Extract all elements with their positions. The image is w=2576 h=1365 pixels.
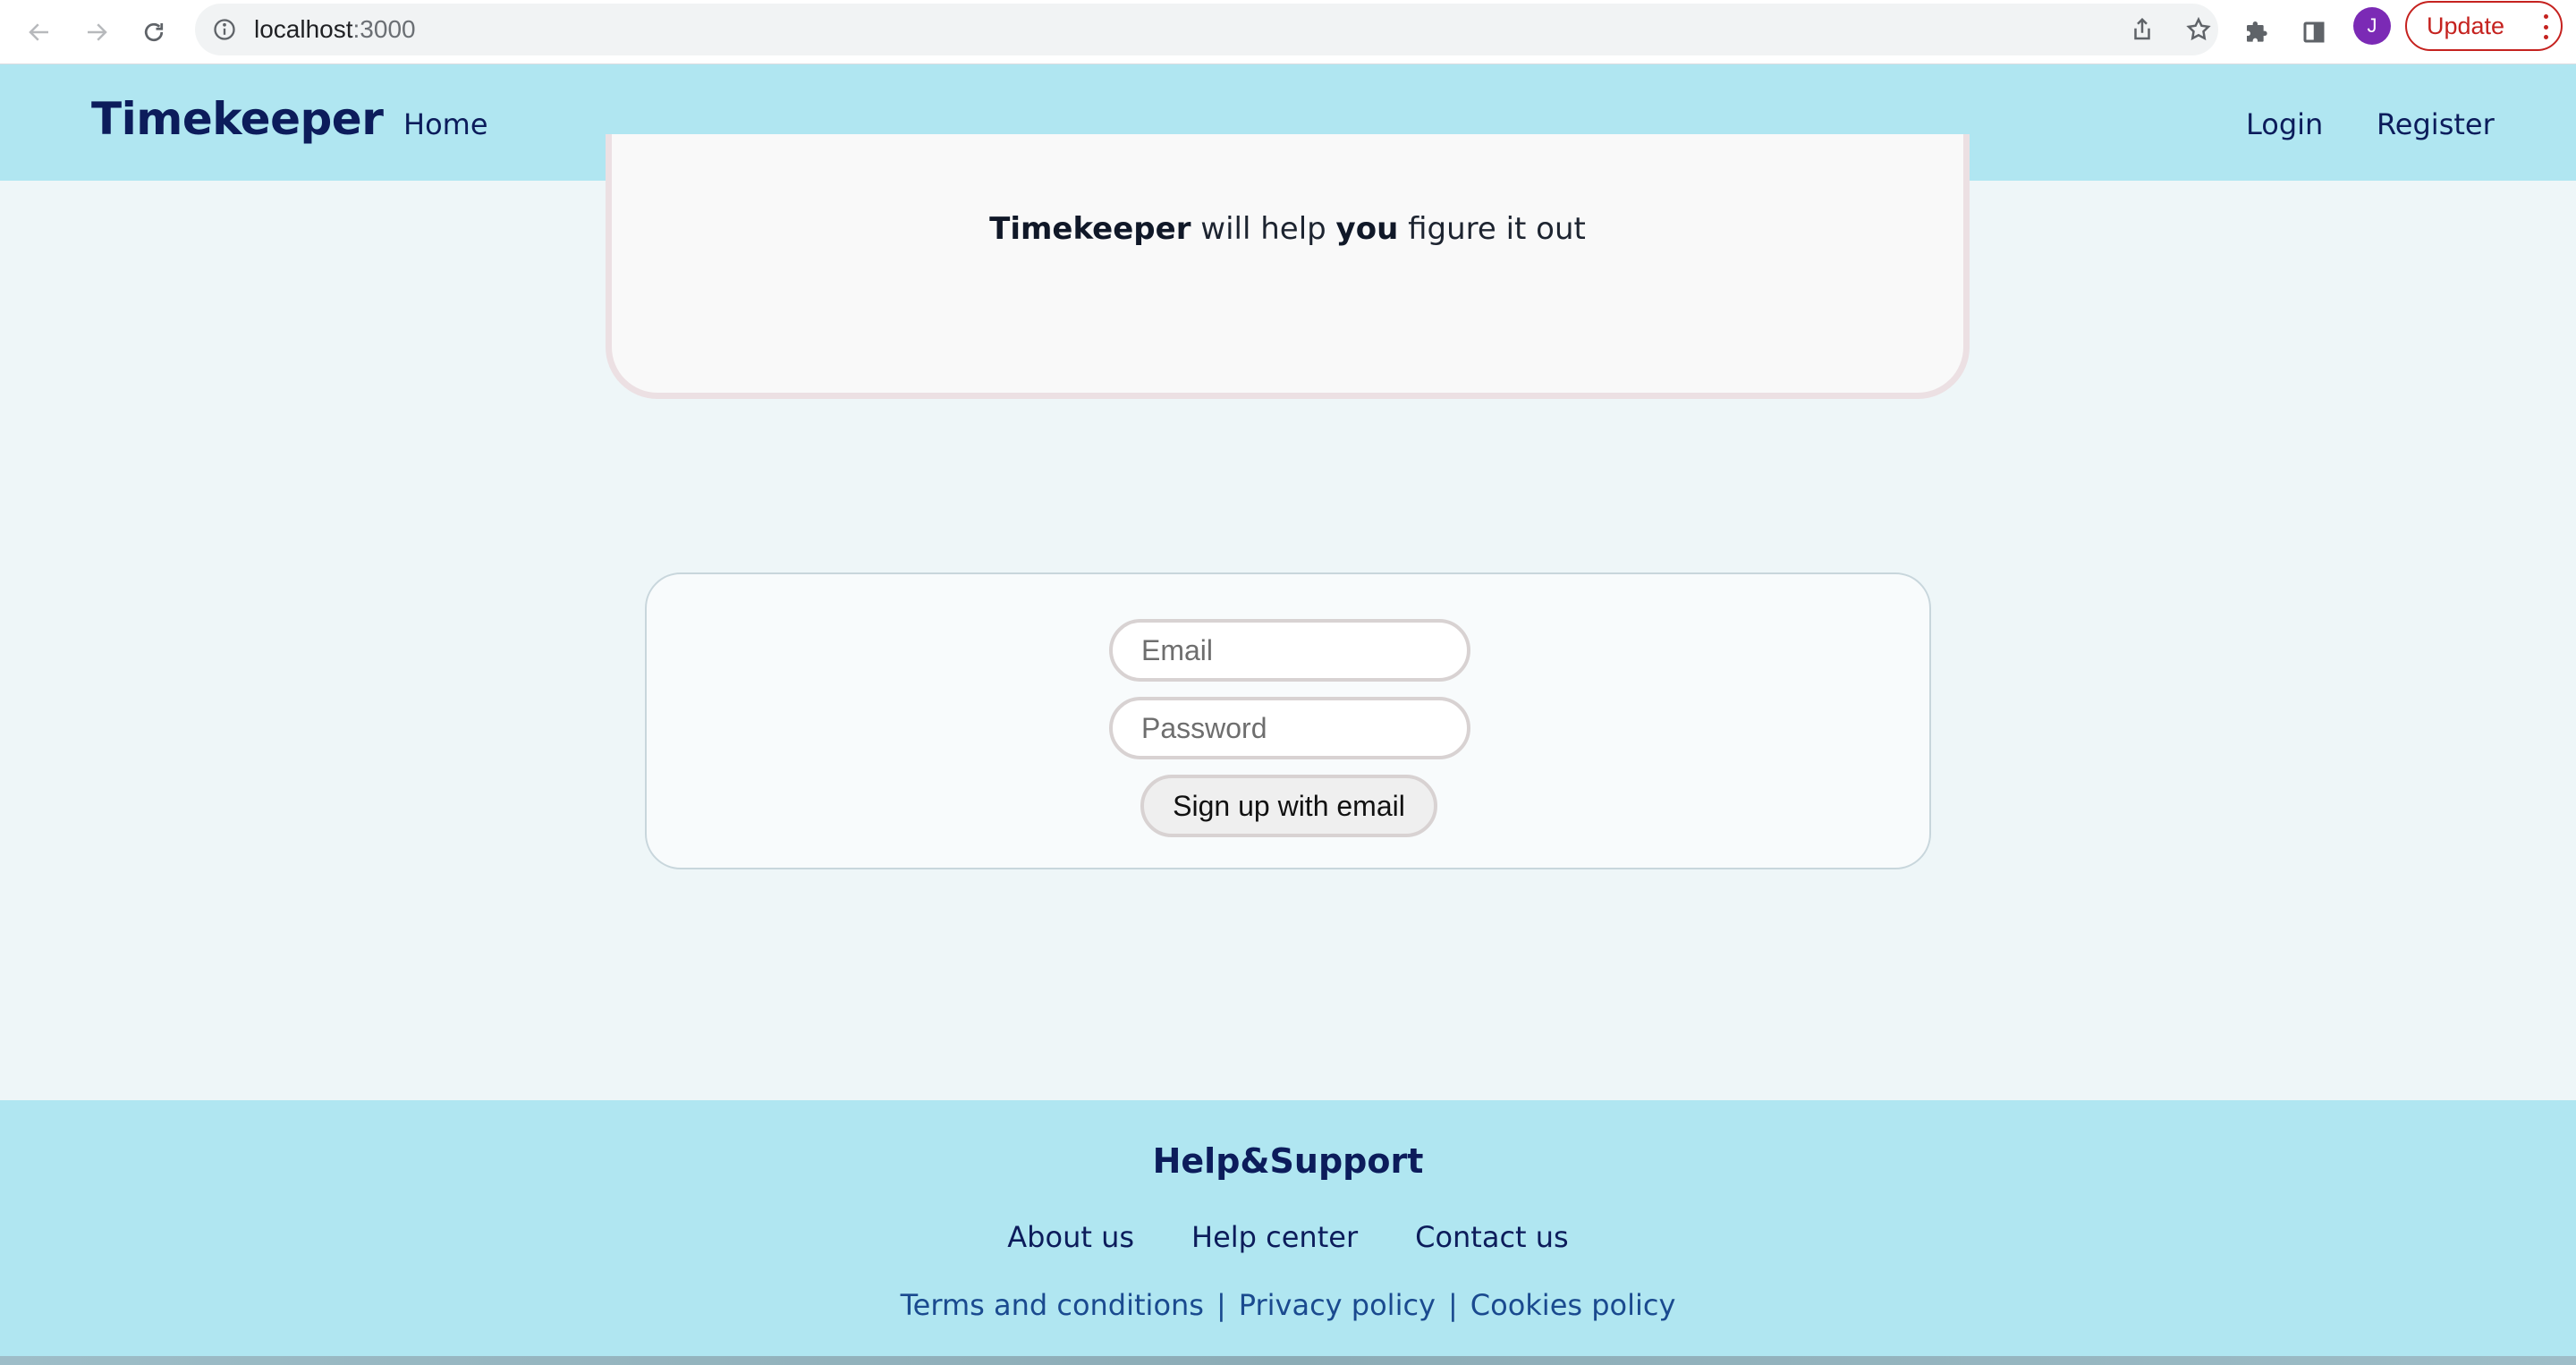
- footer-link-about[interactable]: About us: [1007, 1220, 1134, 1254]
- legal-link-cookies[interactable]: Cookies policy: [1470, 1288, 1676, 1322]
- hero-text-middle: will help: [1191, 211, 1336, 247]
- legal-separator: |: [1216, 1288, 1226, 1322]
- reload-icon[interactable]: [132, 11, 175, 54]
- address-bar[interactable]: localhost:3000: [195, 4, 2218, 55]
- hero-card: Timekeeper will help you figure it out: [606, 134, 1970, 399]
- footer-link-contact[interactable]: Contact us: [1415, 1220, 1569, 1254]
- footer-links: About us Help center Contact us: [0, 1220, 2576, 1254]
- nav-login[interactable]: Login: [2246, 107, 2323, 141]
- signup-submit-button[interactable]: Sign up with email: [1140, 775, 1437, 837]
- footer-link-help-center[interactable]: Help center: [1191, 1220, 1358, 1254]
- url-text: localhost:3000: [254, 15, 416, 43]
- forward-icon[interactable]: [75, 11, 118, 54]
- update-label: Update: [2427, 12, 2505, 39]
- hero-text-end: figure it out: [1398, 211, 1586, 247]
- legal-link-privacy[interactable]: Privacy policy: [1239, 1288, 1436, 1322]
- nav-register[interactable]: Register: [2377, 107, 2495, 141]
- footer-title: Help&Support: [1152, 1141, 1424, 1181]
- legal-separator: |: [1447, 1288, 1458, 1322]
- kebab-menu-icon[interactable]: [2543, 14, 2548, 39]
- hero-brand-word: Timekeeper: [989, 211, 1191, 247]
- back-icon[interactable]: [18, 11, 61, 54]
- brand-logo[interactable]: Timekeeper: [91, 93, 384, 145]
- info-icon[interactable]: [211, 16, 238, 43]
- browser-toolbar: localhost:3000 J Update: [0, 0, 2576, 64]
- hero-emphasis: you: [1335, 211, 1399, 247]
- share-icon[interactable]: [2127, 14, 2157, 45]
- star-icon[interactable]: [2183, 14, 2214, 45]
- nav-home[interactable]: Home: [403, 107, 488, 141]
- site-footer: Help&Support About us Help center Contac…: [0, 1100, 2576, 1365]
- hero-tagline: Timekeeper will help you figure it out: [612, 211, 1963, 247]
- password-input[interactable]: [1109, 697, 1470, 759]
- legal-links: Terms and conditions | Privacy policy | …: [0, 1288, 2576, 1322]
- side-panel-icon[interactable]: [2292, 11, 2335, 54]
- email-input[interactable]: [1109, 619, 1470, 682]
- update-button[interactable]: Update: [2405, 1, 2563, 51]
- signup-card: Sign up with email: [645, 572, 1931, 869]
- profile-avatar[interactable]: J: [2353, 7, 2391, 45]
- legal-link-terms[interactable]: Terms and conditions: [901, 1288, 1204, 1322]
- window-bottom-edge: [0, 1356, 2576, 1365]
- puzzle-icon[interactable]: [2236, 11, 2279, 54]
